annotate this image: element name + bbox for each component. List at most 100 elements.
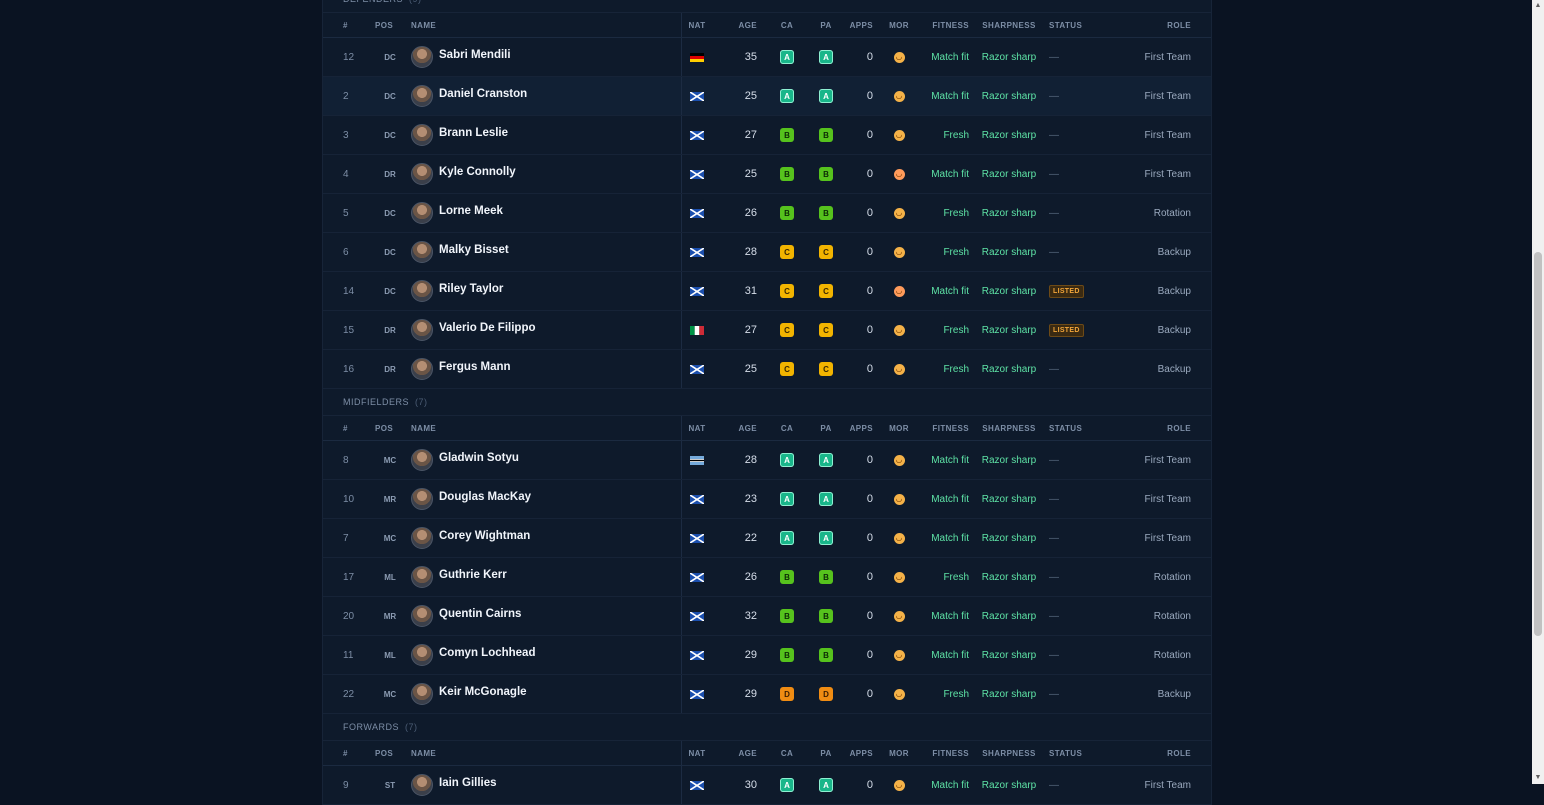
player-name-cell[interactable]: Comyn Lochhead — [411, 636, 681, 674]
player-name-cell[interactable]: Sabri Mendili — [411, 38, 681, 76]
player-name[interactable]: Keir McGonagle — [439, 686, 527, 698]
player-name[interactable]: Lorne Meek — [439, 205, 503, 217]
player-name[interactable]: Daniel Cranston — [439, 88, 527, 100]
player-name[interactable]: Valerio De Filippo — [439, 322, 536, 334]
column-header-ca[interactable]: CA — [773, 13, 801, 37]
column-header-sharpness[interactable]: SHARPNESS — [979, 741, 1039, 765]
column-header-name[interactable]: NAME — [411, 13, 681, 37]
column-header-fitness[interactable]: FITNESS — [911, 416, 969, 440]
player-row[interactable]: 11 ML Comyn Lochhead 29 B B 0 ◡ Match fit Razor s… — [323, 636, 1211, 675]
player-row[interactable]: 15 DR Valerio De Filippo 27 C C 0 ◡ Fresh Razor s… — [323, 311, 1211, 350]
column-header-mor[interactable]: MOR — [887, 13, 911, 37]
player-name-cell[interactable]: Keir McGonagle — [411, 675, 681, 713]
player-name-cell[interactable]: Kyle Connolly — [411, 155, 681, 193]
column-header-nat[interactable]: NAT — [685, 741, 709, 765]
column-header-mor[interactable]: MOR — [887, 741, 911, 765]
player-name[interactable]: Gladwin Sotyu — [439, 452, 519, 464]
player-name-cell[interactable]: Iain Gillies — [411, 766, 681, 804]
column-header-pa[interactable]: PA — [812, 13, 840, 37]
column-header-pos[interactable]: POS — [375, 416, 405, 440]
player-row[interactable]: 7 MC Corey Wightman 22 A A 0 ◡ Match fit Razor sh… — [323, 519, 1211, 558]
age: 25 — [744, 90, 757, 102]
player-row[interactable]: 17 ML Guthrie Kerr 26 B B 0 ◡ Fresh Razor sharp — R… — [323, 558, 1211, 597]
column-header-num[interactable]: # — [343, 416, 373, 440]
player-row[interactable]: 6 DC Malky Bisset 28 C C 0 ◡ Fresh Razor sharp — Ba… — [323, 233, 1211, 272]
player-name-cell[interactable]: Daniel Cranston — [411, 77, 681, 115]
column-header-role[interactable]: ROLE — [1113, 741, 1191, 765]
column-header-role[interactable]: ROLE — [1113, 13, 1191, 37]
player-name[interactable]: Comyn Lochhead — [439, 647, 535, 659]
column-header-age[interactable]: AGE — [727, 13, 757, 37]
player-row[interactable]: 4 DR Kyle Connolly 25 B B 0 ◡ Match fit Razor sha… — [323, 155, 1211, 194]
nationality-flag-icon — [685, 311, 709, 349]
player-row[interactable]: 12 DC Sabri Mendili 35 A A 0 ◡ Match fit Razor sh… — [323, 38, 1211, 77]
column-header-pos[interactable]: POS — [375, 13, 405, 37]
column-header-mor[interactable]: MOR — [887, 416, 911, 440]
player-row[interactable]: 14 DC Riley Taylor 31 C C 0 ◡ Match fit Razor sha… — [323, 272, 1211, 311]
player-name[interactable]: Malky Bisset — [439, 244, 509, 256]
scrollbar-thumb[interactable] — [1534, 252, 1542, 636]
player-row[interactable]: 2 DC Daniel Cranston 25 A A 0 ◡ Match fit Razor s… — [323, 77, 1211, 116]
column-header-apps[interactable]: APPS — [847, 416, 873, 440]
player-name-cell[interactable]: Valerio De Filippo — [411, 311, 681, 349]
column-header-apps[interactable]: APPS — [847, 741, 873, 765]
player-name[interactable]: Douglas MacKay — [439, 491, 531, 503]
player-row[interactable]: 8 MC Gladwin Sotyu 28 A A 0 ◡ Match fit Razor sha… — [323, 441, 1211, 480]
column-header-nat[interactable]: NAT — [685, 416, 709, 440]
column-header-name[interactable]: NAME — [411, 741, 681, 765]
column-header-pa[interactable]: PA — [812, 416, 840, 440]
column-header-status[interactable]: STATUS — [1049, 741, 1099, 765]
column-header-pa[interactable]: PA — [812, 741, 840, 765]
player-name-cell[interactable]: Fergus Mann — [411, 350, 681, 388]
morale-content-icon: ◡ — [893, 246, 905, 258]
scrollbar[interactable]: ▲ ▼ — [1532, 0, 1544, 784]
scroll-up-arrow-icon[interactable]: ▲ — [1534, 1, 1542, 11]
column-header-apps[interactable]: APPS — [847, 13, 873, 37]
column-header-name[interactable]: NAME — [411, 416, 681, 440]
column-header-fitness[interactable]: FITNESS — [911, 13, 969, 37]
player-name-cell[interactable]: Gladwin Sotyu — [411, 441, 681, 479]
column-header-status[interactable]: STATUS — [1049, 13, 1099, 37]
player-name-cell[interactable]: Riley Taylor — [411, 272, 681, 310]
player-row[interactable]: 22 MC Keir McGonagle 29 D D 0 ◡ Fresh Razor sharp… — [323, 675, 1211, 714]
player-name[interactable]: Quentin Cairns — [439, 608, 521, 620]
player-name[interactable]: Iain Gillies — [439, 777, 497, 789]
player-name[interactable]: Fergus Mann — [439, 361, 511, 373]
column-header-num[interactable]: # — [343, 741, 373, 765]
appearances: 0 — [866, 610, 873, 622]
column-header-sharpness[interactable]: SHARPNESS — [979, 13, 1039, 37]
player-row[interactable]: 3 DC Brann Leslie 27 B B 0 ◡ Fresh Razor sharp — Fi… — [323, 116, 1211, 155]
player-name-cell[interactable]: Douglas MacKay — [411, 480, 681, 518]
player-name-cell[interactable]: Lorne Meek — [411, 194, 681, 232]
player-name-cell[interactable]: Quentin Cairns — [411, 597, 681, 635]
appearances: 0 — [866, 246, 873, 258]
player-row[interactable]: 9 ST Iain Gillies 30 A A 0 ◡ Match fit Razor shar… — [323, 766, 1211, 805]
column-header-nat[interactable]: NAT — [685, 13, 709, 37]
player-row[interactable]: 10 MR Douglas MacKay 23 A A 0 ◡ Match fit Razor s… — [323, 480, 1211, 519]
player-name[interactable]: Brann Leslie — [439, 127, 508, 139]
column-header-age[interactable]: AGE — [727, 416, 757, 440]
player-row[interactable]: 5 DC Lorne Meek 26 B B 0 ◡ Fresh Razor sharp — Rota… — [323, 194, 1211, 233]
column-header-pos[interactable]: POS — [375, 741, 405, 765]
player-name[interactable]: Corey Wightman — [439, 530, 530, 542]
column-header-ca[interactable]: CA — [773, 741, 801, 765]
player-row[interactable]: 20 MR Quentin Cairns 32 B B 0 ◡ Match fit Razor s… — [323, 597, 1211, 636]
column-header-num[interactable]: # — [343, 13, 373, 37]
player-name-cell[interactable]: Malky Bisset — [411, 233, 681, 271]
column-header-status[interactable]: STATUS — [1049, 416, 1099, 440]
column-header-fitness[interactable]: FITNESS — [911, 741, 969, 765]
player-name-cell[interactable]: Corey Wightman — [411, 519, 681, 557]
player-name[interactable]: Guthrie Kerr — [439, 569, 507, 581]
scroll-down-arrow-icon[interactable]: ▼ — [1534, 773, 1542, 783]
player-name-cell[interactable]: Brann Leslie — [411, 116, 681, 154]
player-name[interactable]: Kyle Connolly — [439, 166, 516, 178]
age: 30 — [744, 779, 757, 791]
column-header-ca[interactable]: CA — [773, 416, 801, 440]
player-name-cell[interactable]: Guthrie Kerr — [411, 558, 681, 596]
column-header-role[interactable]: ROLE — [1113, 416, 1191, 440]
column-header-age[interactable]: AGE — [727, 741, 757, 765]
player-name[interactable]: Sabri Mendili — [439, 49, 511, 61]
column-header-sharpness[interactable]: SHARPNESS — [979, 416, 1039, 440]
player-row[interactable]: 16 DR Fergus Mann 25 C C 0 ◡ Fresh Razor sharp — Ba… — [323, 350, 1211, 389]
player-name[interactable]: Riley Taylor — [439, 283, 503, 295]
